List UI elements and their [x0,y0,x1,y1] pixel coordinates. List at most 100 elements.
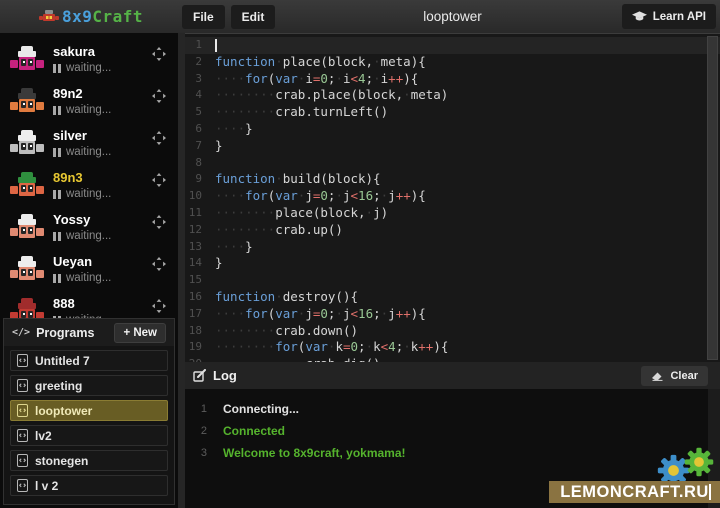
code-line[interactable]: 19········for(var·k=0;·k<4;·k++){ [185,339,720,356]
clear-log-button[interactable]: Clear [641,366,708,386]
player-status: waiting... [53,230,111,242]
player-row[interactable]: 89n3 waiting... [0,164,178,206]
code-text: ········crab.up() [215,222,343,239]
log-entry: 2 Connected [185,420,720,442]
code-line[interactable]: 15 [185,272,720,289]
player-name: sakura [53,44,111,59]
pause-icon [53,106,61,115]
player-status: waiting... [53,104,111,116]
code-line[interactable]: 2function·place(block,·meta){ [185,54,720,71]
player-row[interactable]: Ueyan waiting... [0,248,178,290]
player-avatar-icon [10,298,44,319]
program-item[interactable]: looptower [10,400,168,421]
code-text: ····} [215,239,253,256]
player-row[interactable]: 89n2 waiting... [0,80,178,122]
player-info: Ueyan waiting... [53,254,111,284]
code-line[interactable]: 13····} [185,239,720,256]
code-text: ········crab.turnLeft() [215,104,388,121]
menu-bar: FileEdit [182,5,281,29]
code-text: ····for(var·j=0;·j<16;·j++){ [215,188,426,205]
move-icon[interactable] [152,215,166,229]
pause-icon [53,148,61,157]
code-line[interactable]: 9function·build(block){ [185,171,720,188]
code-line[interactable]: 1 [185,37,720,54]
code-line[interactable]: 11········place(block,·j) [185,205,720,222]
menu-edit-button[interactable]: Edit [231,5,276,29]
file-code-icon [17,404,28,417]
code-line[interactable]: 16function·destroy(){ [185,289,720,306]
code-line[interactable]: 5········crab.turnLeft() [185,104,720,121]
player-info: 89n2 waiting... [53,86,111,116]
code-line[interactable]: 12········crab.up() [185,222,720,239]
pause-icon [53,274,61,283]
move-icon[interactable] [152,299,166,313]
line-number: 17 [185,306,215,323]
line-number: 9 [185,171,215,188]
code-line[interactable]: 10····for(var·j=0;·j<16;·j++){ [185,188,720,205]
code-line[interactable]: 4········crab.place(block,·meta) [185,87,720,104]
line-number: 10 [185,188,215,205]
player-list: sakura waiting... 89n2 waiting... [0,33,178,318]
player-avatar-icon [10,130,44,157]
learn-api-button[interactable]: Learn API [622,4,716,29]
move-icon[interactable] [152,131,166,145]
player-avatar-icon [10,172,44,199]
line-number: 16 [185,289,215,306]
code-text: function·destroy(){ [215,289,358,306]
move-icon[interactable] [152,257,166,271]
eraser-icon [651,370,664,381]
code-text [215,37,217,54]
code-text: ········for(var·k=0;·k<4;·k++){ [215,339,448,356]
code-text: } [215,255,223,272]
file-code-icon [17,429,28,442]
line-number: 11 [185,205,215,222]
program-item[interactable]: Untitled 7 [10,350,168,371]
line-number: 15 [185,272,215,289]
code-line[interactable]: 6····} [185,121,720,138]
line-number: 18 [185,323,215,340]
program-name: greeting [35,379,82,393]
file-code-icon [17,354,28,367]
programs-header: </> Programs + New [4,319,174,346]
top-bar: 8x9Craft FileEdit looptower Learn API [0,0,720,33]
player-row[interactable]: silver waiting... [0,122,178,164]
text-cursor [215,39,217,52]
editor-scrollbar[interactable] [707,36,718,360]
player-status: waiting... [53,188,111,200]
move-icon[interactable] [152,173,166,187]
code-line[interactable]: 7} [185,138,720,155]
move-icon[interactable] [152,89,166,103]
programs-title: Programs [36,326,94,340]
8x9craft-app: 8x9Craft FileEdit looptower Learn API sa [0,0,720,508]
file-code-icon [17,454,28,467]
new-program-button[interactable]: + New [114,323,166,343]
code-line[interactable]: 14} [185,255,720,272]
code-line[interactable]: 8 [185,155,720,172]
program-item[interactable]: l v 2 [10,475,168,496]
code-text: ····for(var·i=0;·i<4;·i++){ [215,71,418,88]
file-code-icon [17,479,28,492]
player-row[interactable]: sakura waiting... [0,38,178,80]
program-item[interactable]: greeting [10,375,168,396]
player-avatar-icon [10,46,44,73]
line-number: 5 [185,104,215,121]
code-tag-icon: </> [12,327,30,338]
player-info: silver waiting... [53,128,111,158]
program-name: l v 2 [35,479,58,493]
player-row[interactable]: 888 waiting... [0,290,178,318]
watermark-bar: LEMONCRAFT.RU [549,481,720,503]
code-editor[interactable]: 12function·place(block,·meta){3····for(v… [185,33,720,362]
player-status-text: waiting... [66,146,111,158]
player-row[interactable]: Yossy waiting... [0,206,178,248]
player-status: waiting... [53,62,111,74]
program-item[interactable]: stonegen [10,450,168,471]
move-icon[interactable] [152,47,166,61]
code-line[interactable]: 17····for(var·j=0;·j<16;·j++){ [185,306,720,323]
pause-icon [53,190,61,199]
line-number: 12 [185,222,215,239]
menu-file-button[interactable]: File [182,5,225,29]
program-item[interactable]: lv2 [10,425,168,446]
log-line-number: 1 [185,398,223,420]
code-line[interactable]: 18········crab.down() [185,323,720,340]
code-line[interactable]: 3····for(var·i=0;·i<4;·i++){ [185,71,720,88]
